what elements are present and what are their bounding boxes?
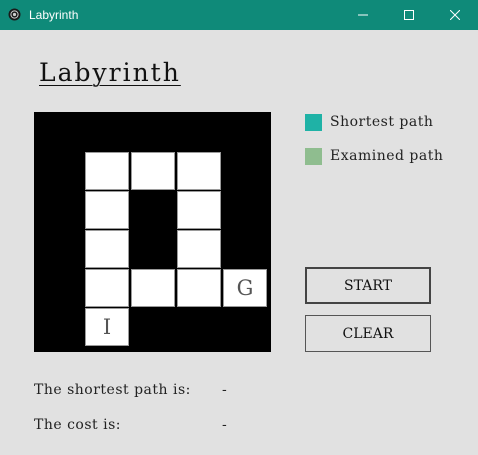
legend-swatch-shortest: [305, 113, 322, 131]
page-title: Labyrinth: [39, 58, 181, 87]
maze-grid[interactable]: GI: [34, 112, 271, 352]
maximize-icon: [404, 10, 414, 20]
close-icon: [450, 10, 460, 20]
goal-cell[interactable]: G: [223, 269, 267, 307]
maze-cell[interactable]: [177, 269, 221, 307]
maximize-button[interactable]: [386, 0, 432, 30]
cost-label: The cost is:: [34, 417, 121, 433]
legend-examined-path: Examined path: [305, 147, 443, 165]
window-title: Labyrinth: [29, 8, 79, 22]
legend-swatch-examined: [305, 147, 322, 165]
maze-cell[interactable]: [85, 230, 129, 268]
maze-cell[interactable]: [85, 152, 129, 190]
shortest-path-label: The shortest path is:: [34, 382, 191, 398]
maze-cell[interactable]: [131, 152, 175, 190]
start-cell[interactable]: I: [85, 308, 129, 346]
maze-cell[interactable]: [177, 230, 221, 268]
shortest-path-value: -: [222, 382, 227, 398]
maze-cell[interactable]: [85, 191, 129, 229]
cost-value: -: [222, 417, 227, 433]
maze-cell[interactable]: [177, 191, 221, 229]
minimize-button[interactable]: [340, 0, 386, 30]
maze-cell[interactable]: [85, 269, 129, 307]
legend-shortest-path: Shortest path: [305, 113, 433, 131]
clear-button[interactable]: CLEAR: [305, 315, 431, 352]
legend-label-shortest: Shortest path: [330, 114, 434, 130]
app-icon: [8, 8, 21, 21]
minimize-icon: [358, 14, 368, 16]
title-bar: Labyrinth: [0, 0, 478, 30]
legend-label-examined: Examined path: [330, 148, 444, 164]
maze-cell[interactable]: [177, 152, 221, 190]
maze-cell[interactable]: [131, 269, 175, 307]
start-button[interactable]: START: [305, 267, 431, 304]
close-button[interactable]: [432, 0, 478, 30]
